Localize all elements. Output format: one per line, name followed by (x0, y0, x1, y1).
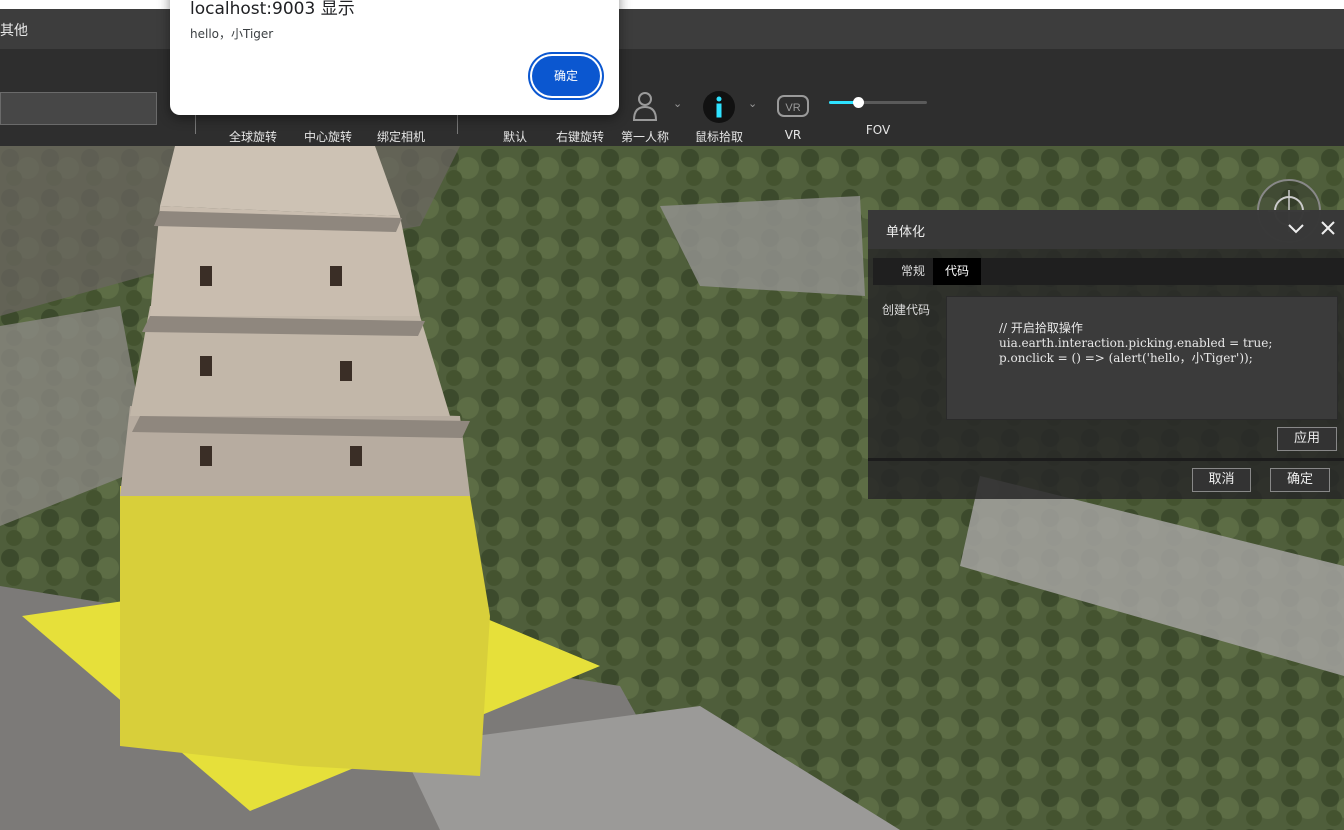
code-text: // 开启拾取操作 uia.earth.interaction.picking.… (947, 297, 1337, 366)
fov-slider[interactable] (829, 97, 927, 108)
dialog-title: localhost:9003 显示 (190, 0, 355, 19)
close-icon[interactable] (1318, 218, 1338, 238)
tool-label: 中心旋转 (303, 130, 352, 144)
tab-general[interactable]: 常规 (889, 258, 937, 285)
toolbar-divider (457, 112, 458, 134)
panel-divider (868, 458, 1344, 461)
singleton-panel: 单体化 常规 代码 创建代码 // 开启拾取操作 uia.earth.inter… (868, 210, 1344, 499)
tool-label: 全球旋转 (228, 130, 277, 144)
tool-label: 右键旋转 (555, 130, 604, 144)
tool-label: 默认 (502, 130, 527, 144)
confirm-button[interactable]: 确定 (1270, 468, 1330, 492)
tool-label: 鼠标拾取 (694, 130, 743, 144)
fov-slider-handle[interactable] (853, 97, 865, 108)
tab-code[interactable]: 代码 (933, 258, 982, 285)
chevron-down-icon[interactable] (1286, 218, 1306, 238)
person-icon (628, 90, 662, 124)
search-input[interactable] (0, 92, 157, 125)
panel-tabs: 常规 代码 (873, 258, 1344, 285)
toolbar-divider (195, 112, 196, 134)
cancel-button[interactable]: 取消 (1192, 468, 1251, 492)
vr-icon: VR (776, 90, 810, 124)
tool-first-person[interactable]: 第一人称 (616, 90, 674, 145)
menu-item-other[interactable]: 其他 (0, 20, 28, 40)
code-editor[interactable]: // 开启拾取操作 uia.earth.interaction.picking.… (946, 296, 1338, 420)
panel-title: 单体化 (886, 225, 926, 240)
dialog-message: hello，小Tiger (190, 27, 274, 41)
svg-text:VR: VR (785, 102, 800, 114)
code-field-label: 创建代码 (882, 303, 931, 317)
panel-header: 单体化 (868, 210, 1344, 249)
tool-vr[interactable]: VR VR (773, 90, 813, 142)
dialog-ok-button[interactable]: 确定 (532, 56, 600, 96)
code-line: uia.earth.interaction.picking.enabled = … (999, 336, 1273, 350)
info-icon (702, 90, 736, 124)
code-line: p.onclick = () => (alert('hello，小Tiger')… (999, 351, 1253, 365)
chevron-down-icon[interactable]: ⌄ (748, 97, 757, 110)
tool-label: VR (784, 128, 802, 142)
code-line: // 开启拾取操作 (999, 321, 1083, 335)
chevron-down-icon[interactable]: ⌄ (673, 97, 682, 110)
apply-button[interactable]: 应用 (1277, 427, 1337, 451)
alert-dialog: localhost:9003 显示 hello，小Tiger 确定 (170, 0, 619, 115)
fov-label: FOV (865, 123, 891, 137)
tool-mouse-pick[interactable]: 鼠标拾取 (690, 90, 748, 145)
tool-label: 第一人称 (620, 130, 669, 144)
tool-label: 绑定相机 (376, 130, 425, 144)
fov-label-wrap: FOV (858, 123, 898, 137)
